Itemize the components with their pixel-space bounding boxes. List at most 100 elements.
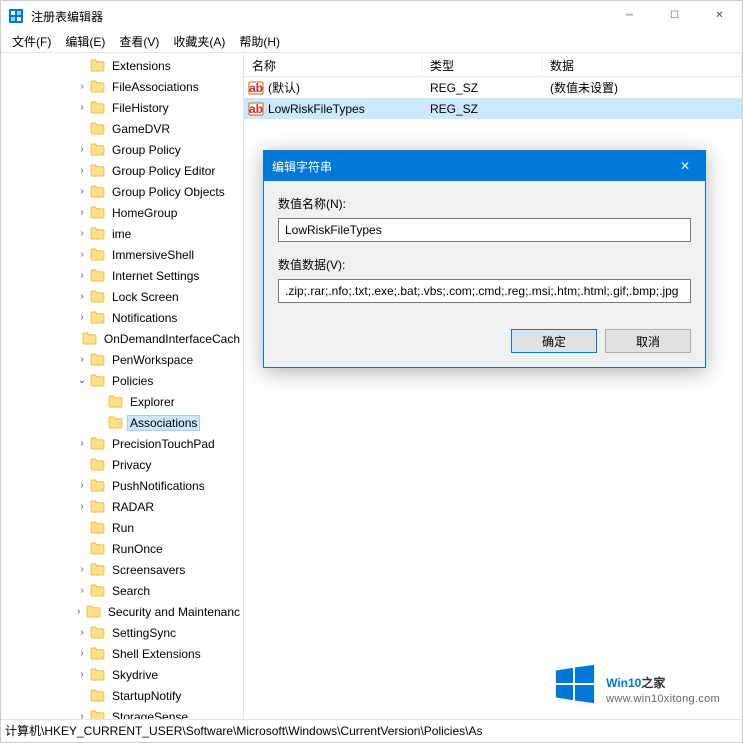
- tree-node[interactable]: Associations: [1, 412, 243, 433]
- tree-node[interactable]: › HomeGroup: [1, 202, 243, 223]
- tree-node[interactable]: › PenWorkspace: [1, 349, 243, 370]
- tree-node[interactable]: ⌄ Policies: [1, 370, 243, 391]
- column-header-type[interactable]: 类型: [422, 53, 542, 76]
- tree-node-label[interactable]: Explorer: [127, 394, 178, 410]
- tree-node-label[interactable]: Search: [109, 583, 153, 599]
- tree-node-label[interactable]: FileAssociations: [109, 79, 202, 95]
- tree-node[interactable]: › ime: [1, 223, 243, 244]
- tree-node[interactable]: › ImmersiveShell: [1, 244, 243, 265]
- list-row[interactable]: abLowRiskFileTypesREG_SZ: [244, 98, 742, 119]
- tree-node[interactable]: OnDemandInterfaceCach: [1, 328, 243, 349]
- tree-node-label[interactable]: Shell Extensions: [109, 646, 204, 662]
- tree-node-label[interactable]: GameDVR: [109, 121, 173, 137]
- tree-node[interactable]: › Notifications: [1, 307, 243, 328]
- tree-node[interactable]: › SettingSync: [1, 622, 243, 643]
- tree-node-label[interactable]: RADAR: [109, 499, 157, 515]
- tree-node[interactable]: › FileAssociations: [1, 76, 243, 97]
- tree-node-label[interactable]: Security and Maintenanc: [105, 604, 243, 620]
- menu-help[interactable]: 帮助(H): [232, 31, 287, 52]
- tree-node-label[interactable]: Skydrive: [109, 667, 161, 683]
- menu-edit[interactable]: 编辑(E): [58, 31, 112, 52]
- tree-node-label[interactable]: PenWorkspace: [109, 352, 196, 368]
- tree-node-label[interactable]: Policies: [109, 373, 156, 389]
- close-button[interactable]: ✕: [697, 1, 742, 31]
- tree-node[interactable]: RunOnce: [1, 538, 243, 559]
- tree-node[interactable]: ›FileHistory: [1, 97, 243, 118]
- tree-node[interactable]: Privacy: [1, 454, 243, 475]
- tree-node[interactable]: › Group Policy: [1, 139, 243, 160]
- expand-toggle-icon[interactable]: ›: [75, 207, 89, 218]
- tree-node-label[interactable]: Screensavers: [109, 562, 188, 578]
- tree-node-label[interactable]: HomeGroup: [109, 205, 180, 221]
- tree-node[interactable]: › StorageSense: [1, 706, 243, 719]
- cancel-button[interactable]: 取消: [605, 329, 691, 353]
- expand-toggle-icon[interactable]: ›: [75, 627, 89, 638]
- expand-toggle-icon[interactable]: ›: [75, 144, 89, 155]
- tree-node-label[interactable]: Privacy: [109, 457, 154, 473]
- tree-node-label[interactable]: Associations: [127, 415, 200, 431]
- tree-node[interactable]: › Lock Screen: [1, 286, 243, 307]
- expand-toggle-icon[interactable]: ›: [75, 480, 89, 491]
- list-row[interactable]: ab(默认)REG_SZ(数值未设置): [244, 77, 742, 98]
- tree-node-label[interactable]: OnDemandInterfaceCach: [101, 331, 243, 347]
- expand-toggle-icon[interactable]: ›: [75, 312, 89, 323]
- tree-node-label[interactable]: Lock Screen: [109, 289, 182, 305]
- expand-toggle-icon[interactable]: ›: [75, 501, 89, 512]
- tree-node[interactable]: ›Group Policy Editor: [1, 160, 243, 181]
- tree-node[interactable]: › Search: [1, 580, 243, 601]
- dialog-close-button[interactable]: ✕: [665, 151, 705, 181]
- expand-toggle-icon[interactable]: ⌄: [75, 375, 89, 386]
- expand-toggle-icon[interactable]: ›: [75, 186, 89, 197]
- tree-node[interactable]: › RADAR: [1, 496, 243, 517]
- tree-node[interactable]: Extensions: [1, 55, 243, 76]
- value-name-input[interactable]: [278, 218, 691, 242]
- tree-node-label[interactable]: PrecisionTouchPad: [109, 436, 218, 452]
- dialog-titlebar[interactable]: 编辑字符串 ✕: [264, 151, 705, 181]
- tree-node-label[interactable]: ImmersiveShell: [109, 247, 197, 263]
- expand-toggle-icon[interactable]: ›: [75, 669, 89, 680]
- tree-node[interactable]: › PrecisionTouchPad: [1, 433, 243, 454]
- tree-node-label[interactable]: StartupNotify: [109, 688, 184, 704]
- column-header-data[interactable]: 数据: [542, 53, 742, 76]
- expand-toggle-icon[interactable]: ›: [75, 291, 89, 302]
- tree-node[interactable]: Run: [1, 517, 243, 538]
- tree-node[interactable]: ›Shell Extensions: [1, 643, 243, 664]
- expand-toggle-icon[interactable]: ›: [75, 438, 89, 449]
- tree-node[interactable]: › Security and Maintenanc: [1, 601, 243, 622]
- tree-node-label[interactable]: StorageSense: [109, 709, 191, 720]
- tree-node-label[interactable]: Extensions: [109, 58, 174, 74]
- tree-node[interactable]: › Skydrive: [1, 664, 243, 685]
- tree-node[interactable]: StartupNotify: [1, 685, 243, 706]
- tree-node[interactable]: GameDVR: [1, 118, 243, 139]
- tree-node-label[interactable]: SettingSync: [109, 625, 179, 641]
- ok-button[interactable]: 确定: [511, 329, 597, 353]
- expand-toggle-icon[interactable]: ›: [75, 354, 89, 365]
- tree-node[interactable]: › PushNotifications: [1, 475, 243, 496]
- tree-node-label[interactable]: ime: [109, 226, 134, 242]
- tree-node-label[interactable]: Group Policy Objects: [109, 184, 228, 200]
- menu-view[interactable]: 查看(V): [112, 31, 166, 52]
- expand-toggle-icon[interactable]: ›: [75, 270, 89, 281]
- minimize-button[interactable]: ─: [607, 1, 652, 31]
- maximize-button[interactable]: ☐: [652, 1, 697, 31]
- tree-node-label[interactable]: RunOnce: [109, 541, 166, 557]
- column-header-name[interactable]: 名称: [244, 53, 422, 76]
- expand-toggle-icon[interactable]: ›: [75, 711, 89, 719]
- expand-toggle-icon[interactable]: ›: [72, 606, 85, 617]
- expand-toggle-icon[interactable]: ›: [75, 81, 89, 92]
- tree-node-label[interactable]: Run: [109, 520, 137, 536]
- tree-pane[interactable]: Extensions › FileAssociations ›FileHistory G…: [1, 53, 244, 719]
- value-data-input[interactable]: [278, 279, 691, 303]
- tree-node[interactable]: › Group Policy Objects: [1, 181, 243, 202]
- menu-favorites[interactable]: 收藏夹(A): [166, 31, 232, 52]
- expand-toggle-icon[interactable]: ›: [75, 228, 89, 239]
- tree-node-label[interactable]: Notifications: [109, 310, 180, 326]
- expand-toggle-icon[interactable]: ›: [75, 249, 89, 260]
- tree-node[interactable]: Explorer: [1, 391, 243, 412]
- expand-toggle-icon[interactable]: ›: [75, 165, 89, 176]
- tree-node-label[interactable]: Group Policy: [109, 142, 184, 158]
- menu-file[interactable]: 文件(F): [5, 31, 58, 52]
- expand-toggle-icon[interactable]: ›: [75, 585, 89, 596]
- tree-node-label[interactable]: PushNotifications: [109, 478, 208, 494]
- tree-node[interactable]: ›Internet Settings: [1, 265, 243, 286]
